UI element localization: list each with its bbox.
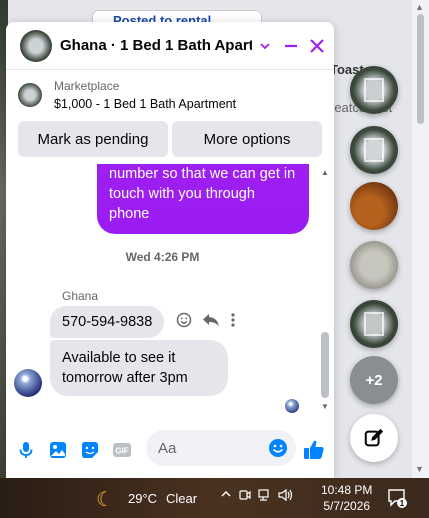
weather-temperature[interactable]: 29°C: [128, 491, 157, 506]
close-icon[interactable]: [304, 33, 330, 59]
reply-icon[interactable]: [202, 312, 220, 328]
sender-name: Ghana: [62, 289, 99, 303]
listing-category: Marketplace: [54, 79, 120, 93]
message-timestamp: Wed 4:26 PM: [125, 250, 200, 264]
listing-title: $1,000 - 1 Bed 1 Bath Apartment: [54, 97, 237, 111]
clock-date: 5/7/2026: [323, 499, 371, 513]
window-graphic: [364, 78, 384, 102]
message-composer: GIF Aa: [6, 422, 334, 478]
outgoing-message[interactable]: number so that we can get in touch with …: [97, 164, 309, 234]
chevron-down-icon[interactable]: [252, 33, 278, 59]
message-thread: number so that we can get in touch with …: [6, 164, 334, 422]
sticker-icon[interactable]: [74, 434, 106, 466]
chathead-4[interactable]: [350, 241, 398, 289]
mark-as-pending-button[interactable]: Mark as pending: [18, 121, 168, 157]
message-actions: [176, 312, 236, 328]
svg-text:GIF: GIF: [115, 447, 128, 456]
like-icon[interactable]: [298, 434, 330, 466]
notification-count: 1: [400, 499, 405, 508]
more-chats-button[interactable]: +2: [350, 356, 398, 404]
seen-indicator-avatar: [285, 399, 299, 413]
window-graphic: [364, 312, 384, 336]
listing-actions: Mark as pending More options: [18, 121, 322, 157]
message-input[interactable]: Aa: [146, 430, 296, 466]
message-input-placeholder: Aa: [158, 439, 177, 457]
chat-header: Ghana · 1 Bed 1 Bath Apart...: [6, 22, 334, 70]
microphone-icon[interactable]: [10, 434, 42, 466]
chat-window: Ghana · 1 Bed 1 Bath Apart... Marketplac…: [6, 22, 334, 478]
marketplace-listing[interactable]: Marketplace $1,000 - 1 Bed 1 Bath Apartm…: [6, 71, 334, 121]
conversation-avatar[interactable]: [20, 29, 52, 62]
incoming-message[interactable]: 570-594-9838: [50, 306, 165, 338]
conversation-title[interactable]: Ghana · 1 Bed 1 Bath Apart...: [60, 37, 252, 54]
chathead-1[interactable]: [350, 66, 398, 114]
notification-center-button[interactable]: 1: [386, 487, 408, 512]
chevron-up-icon[interactable]: [220, 488, 232, 505]
chathead-3[interactable]: [350, 182, 398, 230]
more-options-button[interactable]: More options: [172, 121, 322, 157]
sender-avatar[interactable]: [14, 369, 42, 397]
minimize-icon[interactable]: [278, 33, 304, 59]
window-graphic: [364, 138, 384, 162]
taskbar-clock[interactable]: 10:48 PM 5/7/2026: [321, 482, 372, 514]
weather-condition[interactable]: Clear: [166, 491, 197, 506]
chathead-5[interactable]: [350, 300, 398, 348]
thread-scrollbar[interactable]: ▲ ▼: [318, 164, 332, 422]
scroll-down-arrow-icon[interactable]: ▼: [321, 402, 329, 411]
network-icon[interactable]: [258, 488, 272, 505]
incoming-message[interactable]: Available to see it tomorrow after 3pm: [50, 340, 228, 396]
clock-time: 10:48 PM: [321, 483, 373, 497]
scroll-up-arrow-icon[interactable]: ▲: [415, 2, 424, 12]
camera-icon[interactable]: [238, 488, 252, 505]
thread-scrollbar-thumb[interactable]: [321, 332, 329, 398]
page-scrollbar-thumb[interactable]: [417, 14, 424, 124]
react-icon[interactable]: [176, 312, 192, 328]
volume-icon[interactable]: [278, 488, 294, 505]
gif-icon[interactable]: GIF: [106, 434, 138, 466]
chathead-2[interactable]: [350, 126, 398, 174]
new-message-button[interactable]: [350, 414, 398, 462]
taskbar: ☾ 29°C Clear 10:48 PM 5/7/2026 1: [0, 478, 429, 518]
listing-thumbnail: [18, 83, 42, 107]
compose-icon: [364, 428, 384, 447]
photo-icon[interactable]: [42, 434, 74, 466]
scroll-up-arrow-icon[interactable]: ▲: [321, 168, 329, 177]
moon-weather-icon[interactable]: ☾: [96, 487, 114, 512]
system-tray: [220, 488, 294, 505]
scroll-down-arrow-icon[interactable]: ▼: [415, 464, 424, 474]
more-vertical-icon[interactable]: [230, 312, 236, 328]
emoji-icon[interactable]: [268, 438, 288, 458]
notification-icon: 1: [388, 489, 407, 508]
more-chats-count: +2: [365, 371, 383, 389]
